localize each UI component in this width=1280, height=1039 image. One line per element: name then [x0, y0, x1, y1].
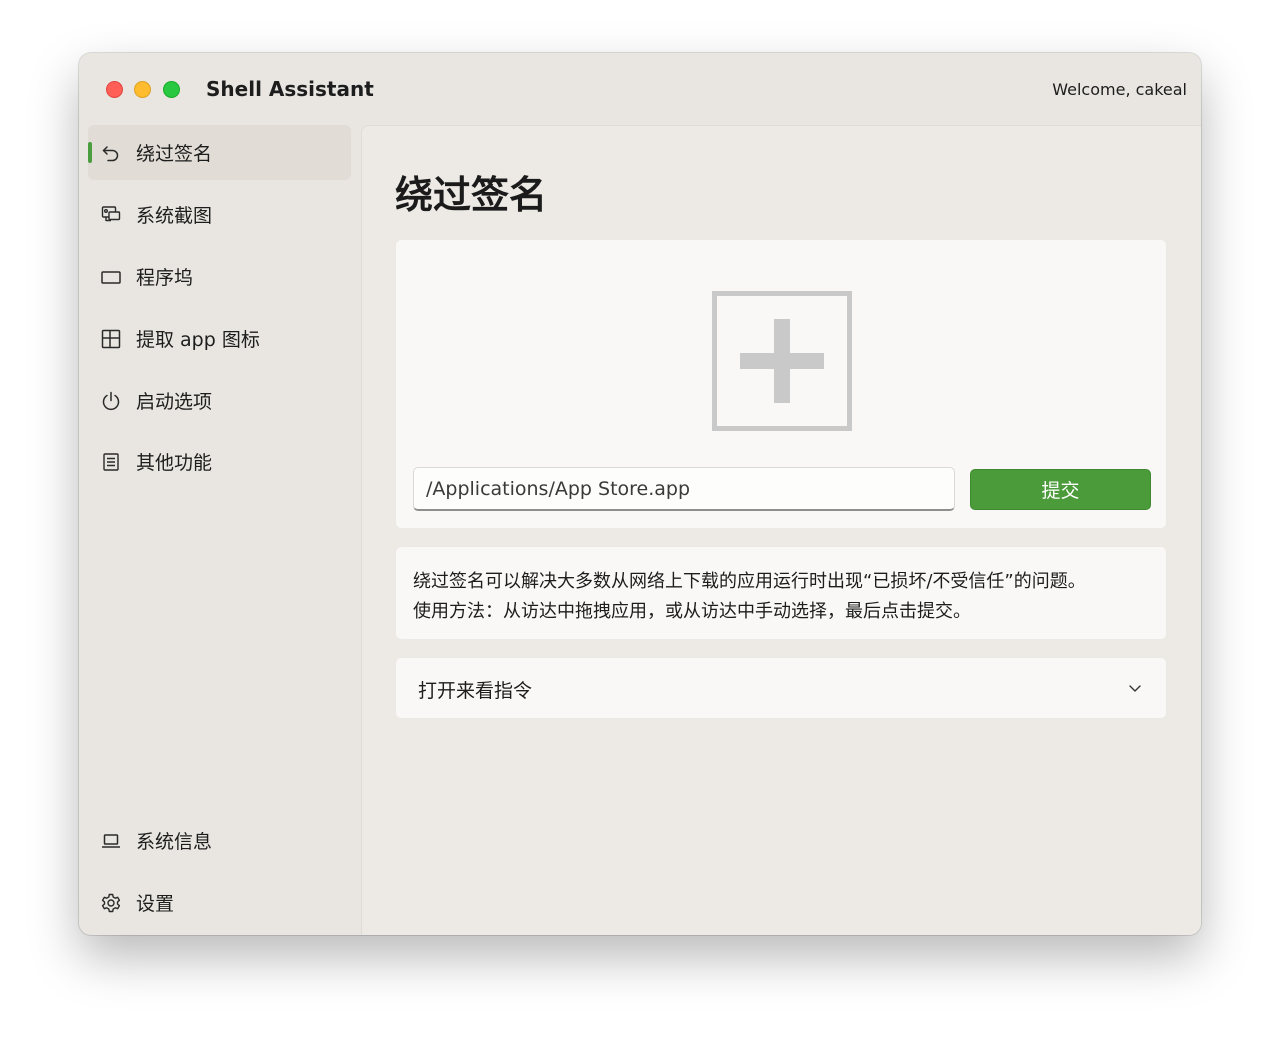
layout-grid-icon: [101, 329, 121, 349]
sidebar-item-label: 其他功能: [136, 452, 213, 474]
sidebar-item-label: 系统信息: [136, 831, 213, 853]
minimize-button[interactable]: [134, 81, 151, 98]
power-icon: [102, 391, 120, 411]
sidebar-item-label: 绕过签名: [136, 143, 213, 165]
laptop-icon: [102, 834, 120, 848]
welcome-text: Welcome, cakeal: [1052, 80, 1187, 99]
zoom-button[interactable]: [163, 81, 180, 98]
sidebar-item-extract-icon[interactable]: 提取 app 图标: [88, 311, 351, 366]
sidebar: 绕过签名 系统截图 程序坞 提取 app 图标 启动选项 其他功能 系统信息 设…: [79, 125, 360, 935]
list-icon: [103, 453, 119, 471]
sidebar-item-label: 设置: [136, 893, 175, 915]
page-title: 绕过签名: [395, 173, 548, 217]
sidebar-item-settings[interactable]: 设置: [88, 875, 351, 930]
sidebar-item-label: 程序坞: [136, 267, 194, 289]
dock-icon: [101, 271, 121, 284]
main-content: 绕过签名 提交 绕过签名可以解决大多数从网络上下载的应用运行时出现“已损坏/不受…: [361, 125, 1201, 935]
close-button[interactable]: [106, 81, 123, 98]
gear-icon: [101, 893, 121, 913]
sidebar-item-dock[interactable]: 程序坞: [88, 249, 351, 304]
screenshot-icon: [101, 206, 121, 222]
chevron-down-icon[interactable]: [1127, 680, 1143, 696]
add-plus-icon[interactable]: [712, 291, 852, 431]
title-bar[interactable]: Shell Assistant Welcome, cakeal: [79, 53, 1201, 125]
app-title: Shell Assistant: [206, 77, 374, 101]
description-line: 绕过签名可以解决大多数从网络上下载的应用运行时出现“已损坏/不受信任”的问题。: [413, 571, 1086, 592]
sidebar-item-bypass-signature[interactable]: 绕过签名: [88, 125, 351, 180]
sidebar-item-label: 启动选项: [136, 391, 213, 413]
sidebar-item-system-info[interactable]: 系统信息: [88, 813, 351, 868]
commands-expander[interactable]: 打开来看指令: [395, 657, 1167, 719]
sidebar-item-label: 提取 app 图标: [136, 329, 260, 351]
undo-arrow-icon: [102, 146, 119, 162]
drop-zone-card[interactable]: 提交: [395, 239, 1167, 529]
sidebar-item-startup-options[interactable]: 启动选项: [88, 373, 351, 428]
sidebar-item-screenshot[interactable]: 系统截图: [88, 187, 351, 242]
app-path-input[interactable]: [413, 467, 955, 511]
active-indicator: [88, 142, 92, 163]
app-window: Shell Assistant Welcome, cakeal 绕过签名 系统截…: [79, 53, 1201, 935]
sidebar-item-label: 系统截图: [136, 205, 213, 227]
sidebar-item-other-features[interactable]: 其他功能: [88, 434, 351, 489]
usage-line: 使用方法：从访达中拖拽应用，或从访达中手动选择，最后点击提交。: [413, 601, 971, 622]
expander-label: 打开来看指令: [418, 680, 533, 702]
description-card: 绕过签名可以解决大多数从网络上下载的应用运行时出现“已损坏/不受信任”的问题。 …: [395, 546, 1167, 640]
submit-button[interactable]: 提交: [970, 469, 1151, 510]
